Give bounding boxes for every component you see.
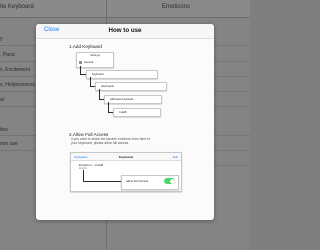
preview-nav-bar: Keyboards Keyboards Edit (71, 153, 181, 161)
add-new-keyboard-label: Add New Keyboard... (110, 98, 136, 101)
keyboards-settings-preview: Keyboards Keyboards Edit Emoticon – Cute… (70, 152, 182, 192)
modal-title: How to use (108, 27, 142, 34)
background-left-header: ite Keyboard (0, 4, 34, 10)
connector-line (90, 77, 91, 86)
connector-line (83, 170, 84, 181)
background-list-item: s, Helplessness (0, 82, 36, 88)
background-list-item: , Panic (0, 52, 16, 58)
keyboard-step-label: Keyboard (92, 73, 104, 76)
background-list-item: y (0, 36, 3, 42)
allow-full-access-label: Allow Full Access (126, 179, 149, 183)
chevron-right-icon: › (154, 72, 155, 77)
settings-title: Settings (90, 54, 100, 57)
background-list-item: non use (0, 141, 18, 147)
cute-keyboard-label: CuteB (119, 111, 127, 114)
background-list-item: al (0, 97, 4, 103)
connector-line (99, 89, 100, 99)
chevron-right-icon: › (163, 84, 164, 89)
cute-keyboard-step: CuteB (113, 108, 161, 117)
section-add-keyboard-title: 1.Add Keyboard (69, 44, 102, 49)
allow-full-access-toggle (164, 178, 175, 184)
connector-line (80, 66, 81, 74)
preview-edit-label: Edit (173, 154, 178, 159)
how-to-use-modal: Close How to use 1.Add Keyboard Settings… (36, 24, 214, 220)
general-label: General (84, 61, 94, 64)
settings-step: Settings General (76, 52, 114, 68)
general-row: General (79, 61, 110, 65)
toggle-knob (169, 178, 175, 184)
add-new-keyboard-step: Add New Keyboard... (104, 95, 162, 104)
preview-title: Keyboards (118, 154, 134, 159)
background-list-item: ites (0, 127, 8, 133)
modal-header: Close How to use (36, 24, 214, 39)
background-header (0, 0, 250, 18)
allow-full-access-panel: Allow Full Access (121, 175, 179, 190)
background-list-item: s, Excitement (0, 67, 31, 73)
keyboards-step: Keyboards › (95, 82, 167, 91)
background-right-header: Emoticons (162, 4, 191, 10)
connector-line (83, 181, 121, 182)
gear-icon (79, 61, 82, 64)
keyboards-step-label: Keyboards (101, 85, 114, 88)
connector-line (108, 102, 109, 112)
description-line: your keyboard, please allow full access. (71, 141, 130, 145)
keyboard-step: Keyboard › (86, 70, 158, 79)
